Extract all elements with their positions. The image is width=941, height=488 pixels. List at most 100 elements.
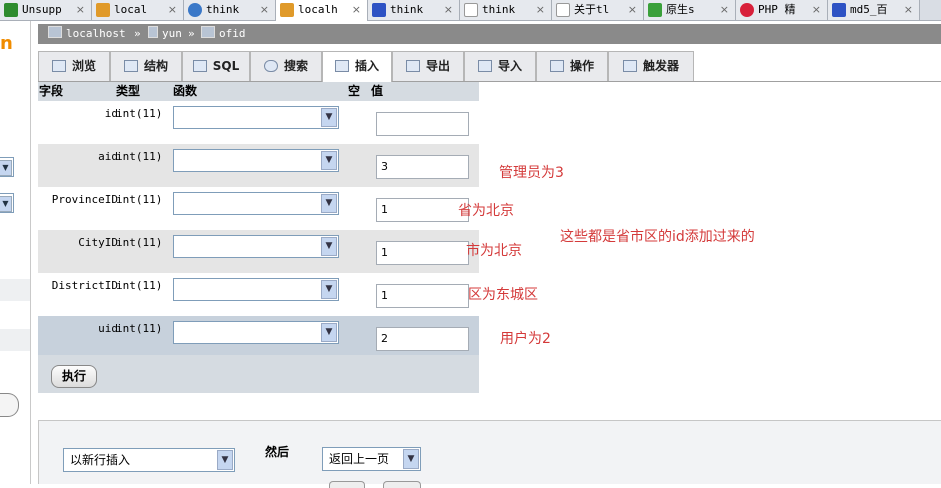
search-icon xyxy=(4,3,18,17)
field-row-cityid: CityID int(11) ▼ 1 xyxy=(38,230,479,273)
tab-label: 浏览 xyxy=(71,59,96,73)
browser-tab-2[interactable]: think × xyxy=(184,0,276,20)
phpmyadmin-logo-fragment: n xyxy=(0,33,13,54)
value-input[interactable]: 1 xyxy=(376,284,469,308)
annotation-note: 这些都是省市区的id添加过来的 xyxy=(560,229,755,245)
header-function: 函数 xyxy=(173,84,198,98)
lower-button-stub[interactable] xyxy=(329,481,365,488)
go-button[interactable]: 执行 xyxy=(51,365,98,388)
after-insert-select[interactable]: 返回上一页 ▼ xyxy=(322,447,421,471)
tab-label: local xyxy=(114,3,148,16)
tab-label: 原生s xyxy=(666,3,695,16)
import-icon xyxy=(477,60,492,72)
value-input[interactable]: 3 xyxy=(376,155,469,179)
paw-icon xyxy=(372,3,386,17)
browser-tab-3-active[interactable]: localh × xyxy=(276,0,368,21)
field-row-aid: aid int(11) ▼ 3 xyxy=(38,144,479,187)
breadcrumb: localhost » yun » ofid xyxy=(38,24,941,44)
breadcrumb-table[interactable]: ofid xyxy=(201,24,246,44)
close-icon[interactable]: × xyxy=(260,0,269,20)
breadcrumb-server[interactable]: localhost xyxy=(48,24,126,44)
chevron-down-icon: ▼ xyxy=(321,280,337,299)
breadcrumb-server-label: localhost xyxy=(66,27,126,40)
field-name: CityID xyxy=(78,236,118,249)
tab-operations[interactable]: 操作 xyxy=(536,51,608,81)
function-select[interactable]: ▼ xyxy=(173,192,339,215)
chevron-down-icon: ▼ xyxy=(321,151,337,170)
field-name: ProvinceID xyxy=(51,193,118,206)
header-value: 值 xyxy=(371,84,384,98)
browser-tab-7[interactable]: 原生s × xyxy=(644,0,736,20)
browser-tab-1[interactable]: local × xyxy=(92,0,184,20)
field-type: int(11) xyxy=(116,279,163,292)
chevron-down-icon: ▼ xyxy=(0,160,12,176)
server-select[interactable]: ▼ xyxy=(0,157,14,177)
close-icon[interactable]: × xyxy=(628,0,637,20)
annotation-uid: 用户为2 xyxy=(500,331,551,347)
tab-triggers[interactable]: 触发器 xyxy=(608,51,694,81)
breadcrumb-database[interactable]: yun xyxy=(148,24,182,44)
close-icon[interactable]: × xyxy=(904,0,913,20)
browser-tab-0[interactable]: Unsupp × xyxy=(0,0,92,20)
insert-mode-select[interactable]: 以新行插入 ▼ xyxy=(63,448,235,472)
value-input[interactable]: 1 xyxy=(376,198,469,222)
tab-insert[interactable]: 插入 xyxy=(322,51,392,82)
close-icon[interactable]: × xyxy=(812,0,821,20)
paw-icon xyxy=(832,3,846,17)
function-select[interactable]: ▼ xyxy=(173,149,339,172)
browser-tab-6[interactable]: 关于tl × xyxy=(552,0,644,20)
close-icon[interactable]: × xyxy=(536,0,545,20)
tab-browse[interactable]: 浏览 xyxy=(38,51,110,81)
page-icon xyxy=(464,3,478,17)
tab-structure[interactable]: 结构 xyxy=(110,51,182,81)
value-input[interactable] xyxy=(376,112,469,136)
header-type: 类型 xyxy=(116,84,141,98)
tab-sql[interactable]: SQL xyxy=(182,51,250,81)
tab-label: 导出 xyxy=(425,59,450,73)
breadcrumb-separator: » xyxy=(188,27,195,40)
insert-options-panel: 以新行插入 ▼ 然后 返回上一页 ▼ xyxy=(38,420,941,488)
close-icon[interactable]: × xyxy=(352,0,361,20)
browser-tab-4[interactable]: think × xyxy=(368,0,460,20)
left-nav-button[interactable] xyxy=(0,393,19,417)
browser-tab-strip: Unsupp × local × think × localh × think … xyxy=(0,0,941,21)
tab-label: SQL xyxy=(212,59,240,73)
tab-label: think xyxy=(482,3,516,16)
export-icon xyxy=(405,60,420,72)
tab-label: localh xyxy=(298,3,338,16)
breadcrumb-table-label: ofid xyxy=(219,27,246,40)
insert-mode-value: 以新行插入 xyxy=(70,453,131,467)
close-icon[interactable]: × xyxy=(168,0,177,20)
tab-search[interactable]: 搜索 xyxy=(250,51,322,81)
annotation-aid: 管理员为3 xyxy=(499,165,564,181)
browser-tab-8[interactable]: PHP 精 × xyxy=(736,0,828,20)
field-name: DistrictID xyxy=(51,279,118,292)
table-icon xyxy=(201,26,215,38)
left-nav-band xyxy=(0,329,30,351)
header-field: 字段 xyxy=(39,84,64,98)
value-input[interactable]: 1 xyxy=(376,241,469,265)
function-select[interactable]: ▼ xyxy=(173,106,339,129)
chevron-down-icon: ▼ xyxy=(321,323,337,342)
field-type: int(11) xyxy=(116,322,163,335)
close-icon[interactable]: × xyxy=(444,0,453,20)
insert-icon xyxy=(334,60,349,72)
field-type: int(11) xyxy=(116,236,163,249)
field-row-id: id int(11) ▼ xyxy=(38,101,479,144)
function-select[interactable]: ▼ xyxy=(173,321,339,344)
close-icon[interactable]: × xyxy=(76,0,85,20)
database-select[interactable]: ▼ xyxy=(0,193,14,213)
function-select[interactable]: ▼ xyxy=(173,278,339,301)
after-insert-value: 返回上一页 xyxy=(329,452,390,466)
tab-import[interactable]: 导入 xyxy=(464,51,536,81)
tab-export[interactable]: 导出 xyxy=(392,51,464,81)
browser-tab-9[interactable]: md5_百 × xyxy=(828,0,920,20)
structure-icon xyxy=(123,60,138,72)
lower-button-stub[interactable] xyxy=(383,481,421,488)
browser-tab-5[interactable]: think × xyxy=(460,0,552,20)
function-select[interactable]: ▼ xyxy=(173,235,339,258)
tab-label: Unsupp xyxy=(22,3,62,16)
breadcrumb-database-label: yun xyxy=(162,27,182,40)
value-input[interactable]: 2 xyxy=(376,327,469,351)
close-icon[interactable]: × xyxy=(720,0,729,20)
